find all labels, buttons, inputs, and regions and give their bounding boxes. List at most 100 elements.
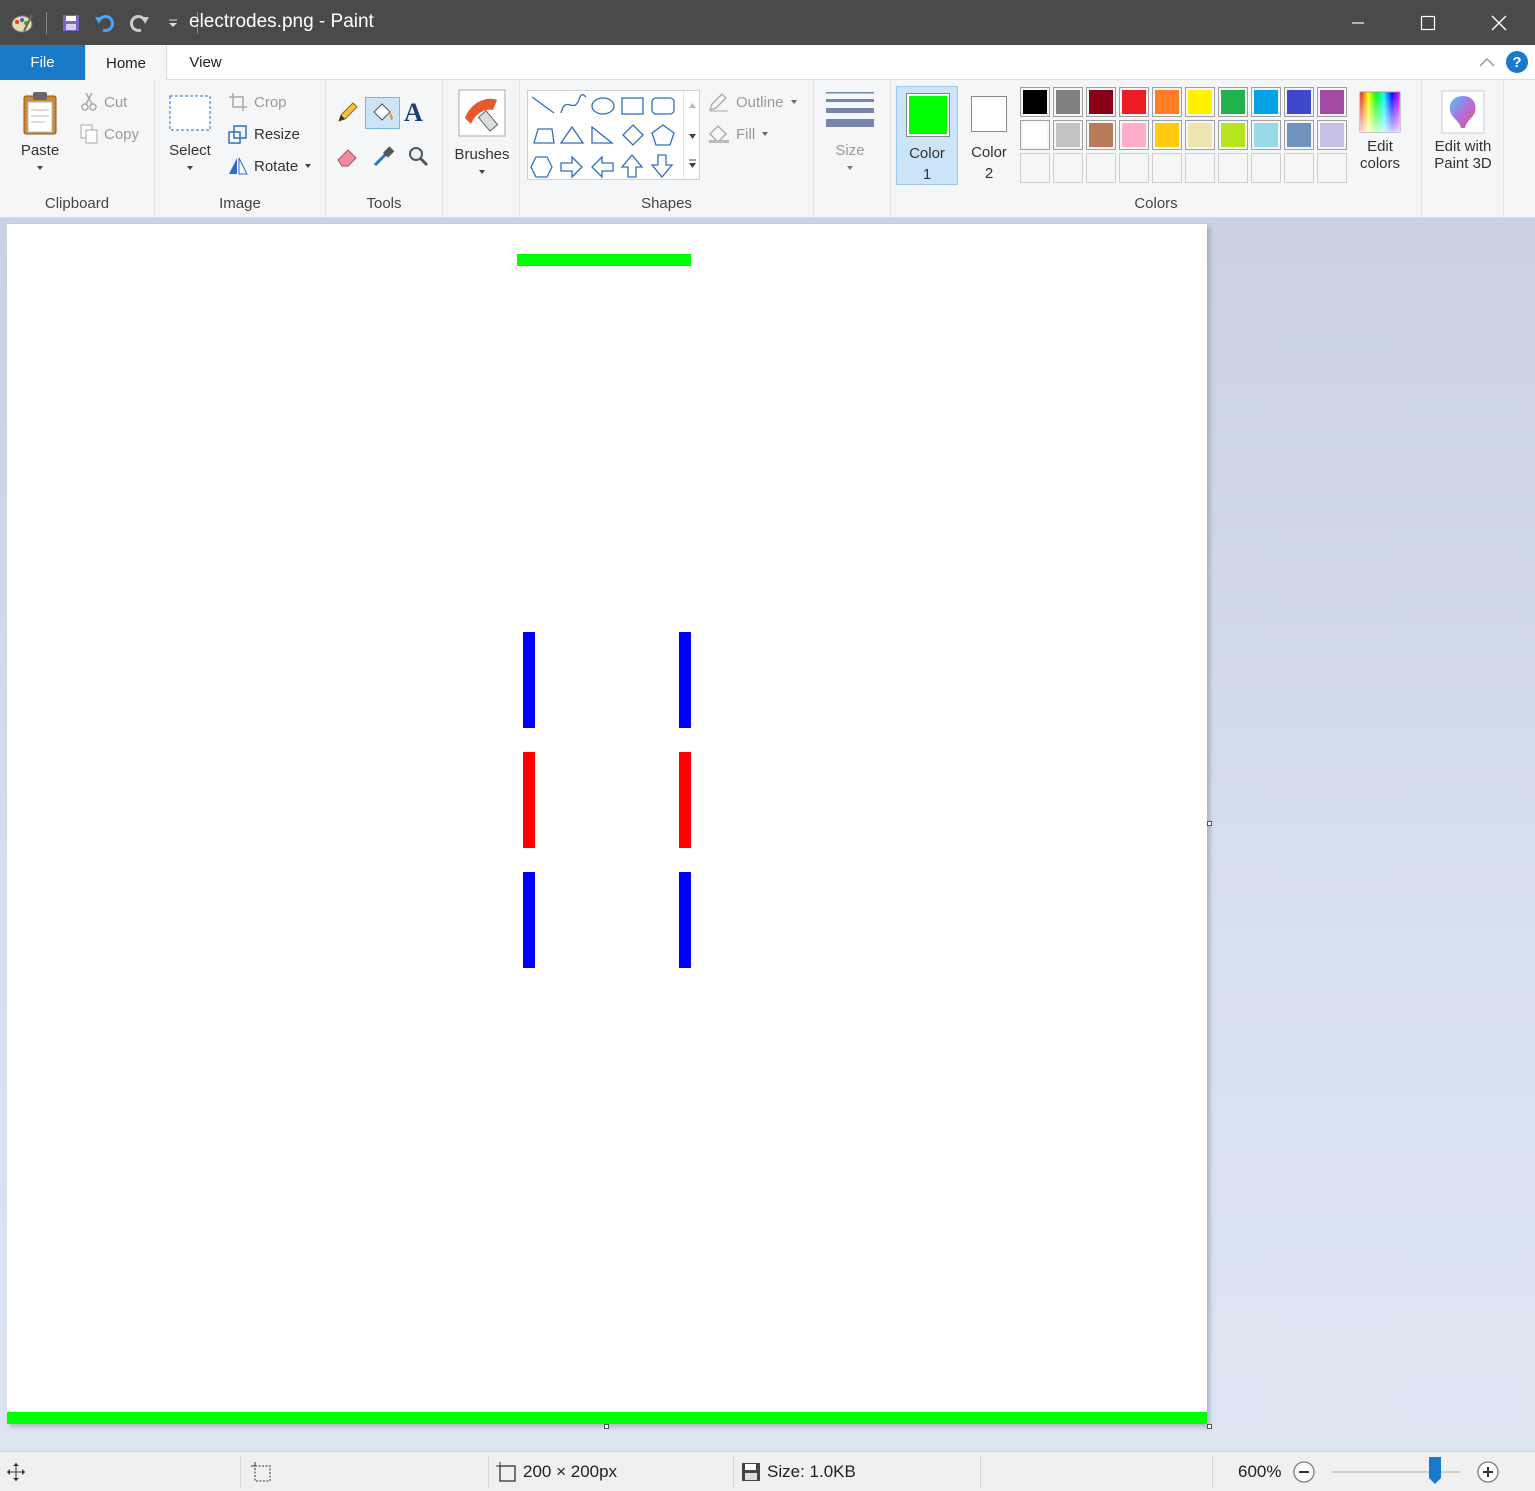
palette-swatch-empty[interactable] bbox=[1185, 153, 1215, 183]
palette-swatch[interactable] bbox=[1284, 120, 1314, 150]
palette-swatch[interactable] bbox=[1317, 87, 1347, 117]
fill-label: Fill bbox=[736, 125, 756, 143]
palette-swatch-color bbox=[1155, 90, 1179, 114]
palette-swatch[interactable] bbox=[1053, 87, 1083, 117]
text-tool-icon[interactable]: A bbox=[404, 98, 430, 127]
zoom-out-button[interactable] bbox=[1292, 1452, 1316, 1491]
palette-swatch[interactable] bbox=[1218, 87, 1248, 117]
drawing-canvas[interactable] bbox=[7, 224, 1207, 1424]
tab-view[interactable]: View bbox=[168, 45, 243, 80]
paint3d-label-1: Edit with bbox=[1434, 138, 1492, 155]
palette-swatch[interactable] bbox=[1020, 87, 1050, 117]
size-button[interactable]: Size bbox=[824, 90, 876, 176]
zoom-slider-thumb[interactable] bbox=[1428, 1456, 1442, 1485]
shapes-gallery-scroll[interactable] bbox=[683, 91, 700, 179]
magnifier-tool[interactable] bbox=[406, 144, 430, 168]
colors-group: Color 1 Color 2 Edit colors Colors bbox=[891, 80, 1422, 218]
palette-swatch[interactable] bbox=[1152, 87, 1182, 117]
magnifier-icon bbox=[409, 147, 429, 167]
copy-button[interactable]: Copy bbox=[80, 124, 139, 144]
paint-app-icon[interactable] bbox=[8, 9, 36, 37]
minimize-button[interactable] bbox=[1323, 0, 1393, 45]
tools-group: A Tools bbox=[326, 80, 443, 218]
palette-swatch-empty[interactable] bbox=[1086, 153, 1116, 183]
palette-swatch-color bbox=[1287, 123, 1311, 147]
crop-button[interactable]: Crop bbox=[228, 92, 287, 112]
paint3d-icon bbox=[1441, 90, 1485, 134]
palette-swatch[interactable] bbox=[1185, 120, 1215, 150]
outline-button[interactable]: Outline bbox=[708, 92, 798, 112]
palette-swatch-empty[interactable] bbox=[1218, 153, 1248, 183]
palette-swatch-empty[interactable] bbox=[1284, 153, 1314, 183]
palette-swatch[interactable] bbox=[1053, 120, 1083, 150]
outline-label: Outline bbox=[736, 93, 784, 111]
tab-home[interactable]: Home bbox=[85, 45, 167, 81]
palette-swatch-empty[interactable] bbox=[1317, 153, 1347, 183]
palette-swatch[interactable] bbox=[1119, 120, 1149, 150]
pencil-tool[interactable] bbox=[336, 100, 360, 124]
save-icon[interactable] bbox=[57, 9, 85, 37]
close-icon bbox=[1491, 15, 1507, 30]
palette-swatch[interactable] bbox=[1119, 87, 1149, 117]
palette-swatch-empty[interactable] bbox=[1152, 153, 1182, 183]
color2-button[interactable]: Color 2 bbox=[959, 86, 1021, 185]
palette-swatch[interactable] bbox=[1152, 120, 1182, 150]
fill-tool[interactable] bbox=[365, 97, 400, 129]
palette-swatch[interactable] bbox=[1185, 87, 1215, 117]
palette-swatch-empty[interactable] bbox=[1251, 153, 1281, 183]
edit-colors-button[interactable]: Edit colors bbox=[1353, 90, 1407, 172]
color1-swatch bbox=[906, 93, 950, 137]
zoom-in-button[interactable] bbox=[1476, 1452, 1500, 1491]
palette-swatch-color bbox=[1155, 123, 1179, 147]
cut-button[interactable]: Cut bbox=[80, 92, 127, 112]
palette-swatch[interactable] bbox=[1284, 87, 1314, 117]
palette-swatch[interactable] bbox=[1086, 87, 1116, 117]
selection-size bbox=[250, 1452, 272, 1491]
customize-qat-chevron-down-icon[interactable] bbox=[159, 9, 187, 37]
hexagon-shape-icon bbox=[530, 156, 553, 178]
redo-icon[interactable] bbox=[125, 9, 153, 37]
palette-swatch[interactable] bbox=[1020, 120, 1050, 150]
shapes-gallery-icons bbox=[530, 94, 675, 179]
edit-with-paint3d-button[interactable]: Edit with Paint 3D bbox=[1426, 90, 1500, 172]
palette-swatch-empty[interactable] bbox=[1119, 153, 1149, 183]
help-icon[interactable]: ? bbox=[1506, 51, 1528, 73]
palette-swatch[interactable] bbox=[1317, 120, 1347, 150]
palette-swatch[interactable] bbox=[1218, 120, 1248, 150]
brush-icon bbox=[458, 89, 506, 137]
paste-button[interactable]: Paste bbox=[14, 86, 66, 186]
palette-swatch[interactable] bbox=[1086, 120, 1116, 150]
palette-swatch-color bbox=[1089, 123, 1113, 147]
brushes-group: Brushes bbox=[443, 80, 520, 218]
canvas-resize-handle-bottom[interactable] bbox=[604, 1424, 609, 1429]
color2-fill bbox=[974, 99, 1004, 129]
palette-swatch-color bbox=[1122, 90, 1146, 114]
size-label: Size bbox=[835, 142, 865, 159]
palette-swatch-color bbox=[1023, 90, 1047, 114]
brushes-button[interactable]: Brushes bbox=[449, 88, 515, 180]
rotate-button[interactable]: Rotate bbox=[228, 156, 312, 176]
canvas-resize-handle-right[interactable] bbox=[1207, 821, 1212, 826]
image-dimensions-text: 200 × 200px bbox=[523, 1462, 618, 1481]
palette-swatch[interactable] bbox=[1251, 87, 1281, 117]
canvas-workspace[interactable] bbox=[0, 218, 1535, 1451]
palette-swatch-color bbox=[1188, 90, 1212, 114]
status-divider bbox=[1212, 1456, 1213, 1488]
canvas-resize-handle-corner[interactable] bbox=[1207, 1424, 1212, 1429]
maximize-button[interactable] bbox=[1393, 0, 1463, 45]
select-button[interactable]: Select bbox=[165, 94, 215, 176]
eraser-tool[interactable] bbox=[336, 144, 360, 168]
resize-button[interactable]: Resize bbox=[228, 124, 300, 144]
color-picker-tool[interactable] bbox=[372, 144, 396, 168]
palette-swatch-empty[interactable] bbox=[1053, 153, 1083, 183]
undo-icon[interactable] bbox=[91, 9, 119, 37]
paint3d-group: Edit with Paint 3D bbox=[1422, 80, 1504, 218]
palette-swatch-empty[interactable] bbox=[1020, 153, 1050, 183]
palette-swatch[interactable] bbox=[1251, 120, 1281, 150]
collapse-ribbon-chevron-up-icon[interactable] bbox=[1477, 53, 1497, 73]
tab-file[interactable]: File bbox=[0, 45, 85, 80]
selection-size-icon bbox=[251, 1462, 271, 1482]
fill-button[interactable]: Fill bbox=[708, 124, 769, 144]
color1-button[interactable]: Color 1 bbox=[896, 86, 958, 185]
close-button[interactable] bbox=[1464, 0, 1534, 45]
